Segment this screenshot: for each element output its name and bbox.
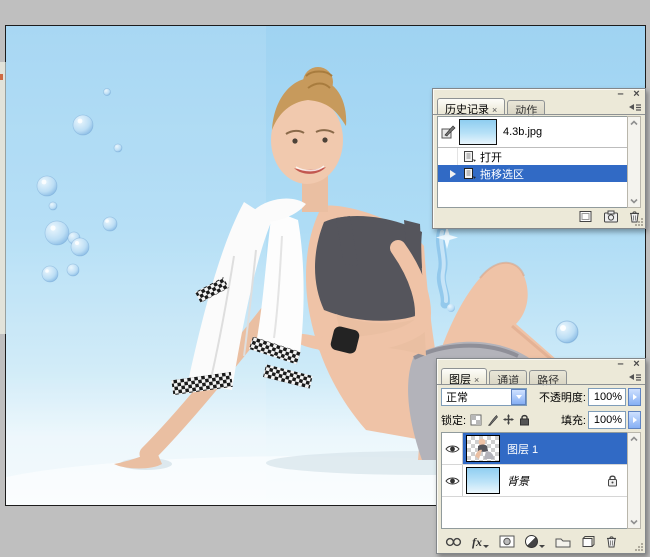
history-minimize-button[interactable]: – — [615, 89, 626, 100]
visibility-toggle[interactable] — [442, 465, 463, 496]
layer-name[interactable]: 图层 1 — [507, 441, 538, 457]
history-resize-grip[interactable] — [633, 216, 644, 227]
delete-layer-icon[interactable] — [605, 535, 618, 548]
snapshot-filename: 4.3b.jpg — [503, 126, 542, 138]
toolbox-edge — [0, 62, 6, 334]
lock-transparency-icon[interactable] — [470, 414, 482, 426]
layers-resize-grip[interactable] — [633, 541, 644, 552]
fill-input[interactable]: 100% — [588, 411, 626, 429]
history-state-icon — [463, 150, 476, 163]
visibility-toggle[interactable] — [442, 433, 463, 464]
layer-thumbnail[interactable] — [466, 467, 500, 494]
scroll-down-icon[interactable] — [629, 196, 639, 206]
fill-label: 填充: — [561, 412, 586, 428]
layers-panel: – × 图层× 通道 路径 正常 不透明度: 100% 锁定: — [436, 358, 646, 554]
tab-actions[interactable]: 动作 — [507, 100, 545, 115]
history-state-icon — [463, 167, 476, 180]
layers-panel-header: – × 图层× 通道 路径 — [437, 359, 645, 385]
opacity-input[interactable]: 100% — [588, 388, 626, 406]
history-brush-source-icon[interactable] — [438, 125, 459, 139]
tab-layers[interactable]: 图层× — [441, 368, 487, 385]
opacity-label: 不透明度: — [539, 389, 586, 405]
scroll-up-icon[interactable] — [629, 118, 639, 128]
history-snapshot-row[interactable]: 4.3b.jpg — [438, 117, 627, 148]
history-state-list: 4.3b.jpg 打开 拖移选区 — [437, 116, 628, 208]
layer-row-layer1[interactable]: 图层 1 — [442, 433, 627, 465]
history-scrollbar[interactable] — [627, 116, 641, 208]
blend-mode-value: 正常 — [442, 389, 511, 405]
lock-all-icon[interactable] — [519, 414, 530, 426]
link-layers-icon[interactable] — [445, 537, 462, 547]
eye-icon — [445, 444, 460, 454]
blend-mode-select[interactable]: 正常 — [441, 388, 527, 406]
history-source-checkbox[interactable] — [438, 165, 458, 182]
history-state-open[interactable]: 打开 — [438, 148, 627, 165]
panel-menu-icon[interactable] — [628, 102, 642, 113]
history-panel: – × 历史记录× 动作 4.3b.jpg — [432, 88, 646, 229]
chevron-down-icon[interactable] — [511, 389, 526, 405]
layers-minimize-button[interactable]: – — [615, 359, 626, 370]
layer-row-background[interactable]: 背景 — [442, 465, 627, 497]
history-close-button[interactable]: × — [631, 89, 642, 100]
layers-close-button[interactable]: × — [631, 359, 642, 370]
history-panel-header: – × 历史记录× 动作 — [433, 89, 645, 115]
history-source-checkbox[interactable] — [438, 148, 458, 165]
photoshop-workspace: { "canvas": { "content": "photo of seate… — [0, 0, 650, 557]
scroll-down-icon[interactable] — [629, 517, 639, 527]
tab-channels[interactable]: 通道 — [489, 370, 527, 385]
lock-pixels-icon[interactable] — [486, 414, 498, 426]
lock-position-icon[interactable] — [502, 413, 515, 426]
fill-slider-icon[interactable] — [628, 411, 641, 429]
new-document-from-state-icon[interactable] — [578, 210, 594, 223]
layer-style-icon[interactable]: fx — [472, 536, 489, 548]
layer-name[interactable]: 背景 — [507, 473, 529, 489]
new-group-icon[interactable] — [555, 536, 571, 548]
add-layer-mask-icon[interactable] — [499, 535, 515, 548]
new-snapshot-icon[interactable] — [603, 210, 619, 223]
eye-icon — [445, 476, 460, 486]
layer-thumbnail[interactable] — [466, 435, 500, 462]
current-state-pointer-icon — [450, 170, 456, 178]
history-state-drag-selection[interactable]: 拖移选区 — [438, 165, 627, 182]
layers-panel-toolbar: fx — [441, 533, 641, 550]
tab-paths[interactable]: 路径 — [529, 370, 567, 385]
toolbox-marker — [0, 74, 3, 80]
snapshot-thumbnail[interactable] — [459, 119, 497, 145]
layer-lock-icon — [607, 474, 618, 487]
lock-fill-row: 锁定: 填充: 100% — [437, 408, 645, 431]
history-panel-toolbar — [437, 208, 641, 225]
history-state-label: 拖移选区 — [480, 166, 524, 182]
lock-label: 锁定: — [441, 412, 466, 428]
scroll-up-icon[interactable] — [629, 434, 639, 444]
adjustment-layer-icon[interactable] — [525, 535, 545, 548]
layer-list: 图层 1 背景 — [441, 432, 628, 529]
layers-scrollbar[interactable] — [627, 432, 641, 529]
panel-menu-icon[interactable] — [628, 372, 642, 383]
tab-history[interactable]: 历史记录× — [437, 98, 505, 115]
history-state-label: 打开 — [480, 149, 502, 165]
opacity-slider-icon[interactable] — [628, 388, 641, 406]
blend-opacity-row: 正常 不透明度: 100% — [437, 385, 645, 408]
new-layer-icon[interactable] — [581, 535, 595, 548]
